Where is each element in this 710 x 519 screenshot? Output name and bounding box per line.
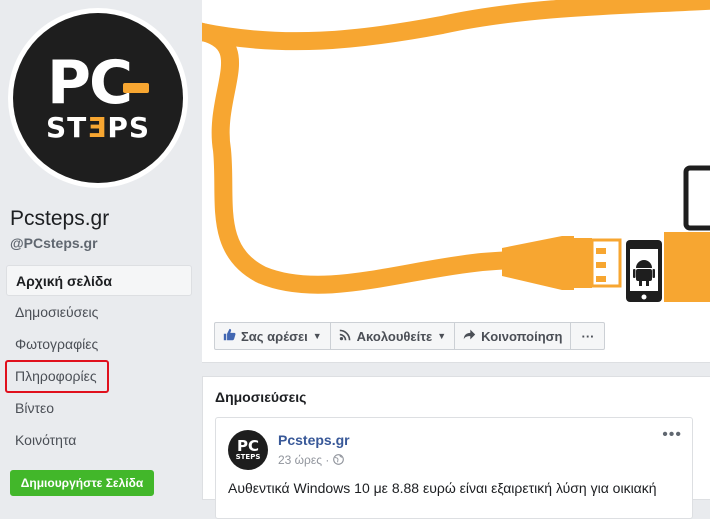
post-author-avatar[interactable]: PC STEPS <box>228 430 268 470</box>
follow-button[interactable]: Ακολουθείτε ▼ <box>329 322 456 350</box>
follow-button-label: Ακολουθείτε <box>356 328 433 344</box>
post-options-icon[interactable]: ••• <box>662 426 682 444</box>
post-timestamp[interactable]: 23 ώρες · <box>278 453 344 467</box>
rss-icon <box>339 328 352 344</box>
posts-section-title: Δημοσιεύσεις <box>215 389 307 405</box>
nav-item-photos[interactable]: Φωτογραφίες <box>6 329 192 360</box>
page-handle[interactable]: @PCsteps.gr <box>10 235 98 251</box>
page-nav: Αρχική σελίδα Δημοσιεύσεις Φωτογραφίες Π… <box>5 265 192 457</box>
more-options-button[interactable]: ··· <box>570 322 606 350</box>
post-author-name[interactable]: Pcsteps.gr <box>278 432 350 448</box>
globe-icon <box>332 453 344 467</box>
page-profile-picture[interactable]: PC STƎPS <box>8 8 188 188</box>
nav-item-videos[interactable]: Βίντεο <box>6 393 192 424</box>
like-button-label: Σας αρέσει <box>241 328 308 344</box>
page-title[interactable]: Pcsteps.gr <box>10 207 109 231</box>
share-button-label: Κοινοποίηση <box>481 328 563 344</box>
share-arrow-icon <box>463 328 476 344</box>
nav-item-home[interactable]: Αρχική σελίδα <box>6 265 192 296</box>
post-card: PC STEPS Pcsteps.gr 23 ώρες · ••• Αυθεντ… <box>215 417 693 519</box>
cover-photo[interactable] <box>202 0 710 310</box>
nav-item-about[interactable]: Πληροφορίες <box>5 360 109 393</box>
like-button[interactable]: Σας αρέσει ▼ <box>214 322 331 350</box>
pcsteps-logo: PC STƎPS <box>13 13 183 183</box>
page-action-bar: Σας αρέσει ▼ Ακολουθείτε ▼ Κοινοποίηση ·… <box>202 310 710 363</box>
post-text: Αυθεντικά Windows 10 με 8.88 ευρώ είναι … <box>228 480 657 496</box>
create-page-button[interactable]: Δημιουργήστε Σελίδα <box>10 470 154 496</box>
logo-text-pc: PC <box>46 48 133 118</box>
posts-section: Δημοσιεύσεις PC STEPS Pcsteps.gr 23 ώρες… <box>202 376 710 519</box>
page-sidebar: PC STƎPS Pcsteps.gr @PCsteps.gr Αρχική σ… <box>0 0 202 500</box>
share-button[interactable]: Κοινοποίηση <box>454 322 572 350</box>
more-dots-icon: ··· <box>581 328 595 344</box>
thumbs-up-icon <box>223 328 236 344</box>
logo-text-st: ST <box>45 111 88 144</box>
logo-accent-bar <box>123 83 149 93</box>
chevron-down-icon: ▼ <box>312 331 322 341</box>
logo-text-ps: PS <box>107 111 151 144</box>
cover-cable-illustration <box>202 0 710 302</box>
logo-text-e: Ǝ <box>87 111 108 144</box>
nav-item-community[interactable]: Κοινότητα <box>6 425 192 456</box>
chevron-down-icon: ▼ <box>437 331 447 341</box>
nav-item-posts[interactable]: Δημοσιεύσεις <box>6 297 192 328</box>
